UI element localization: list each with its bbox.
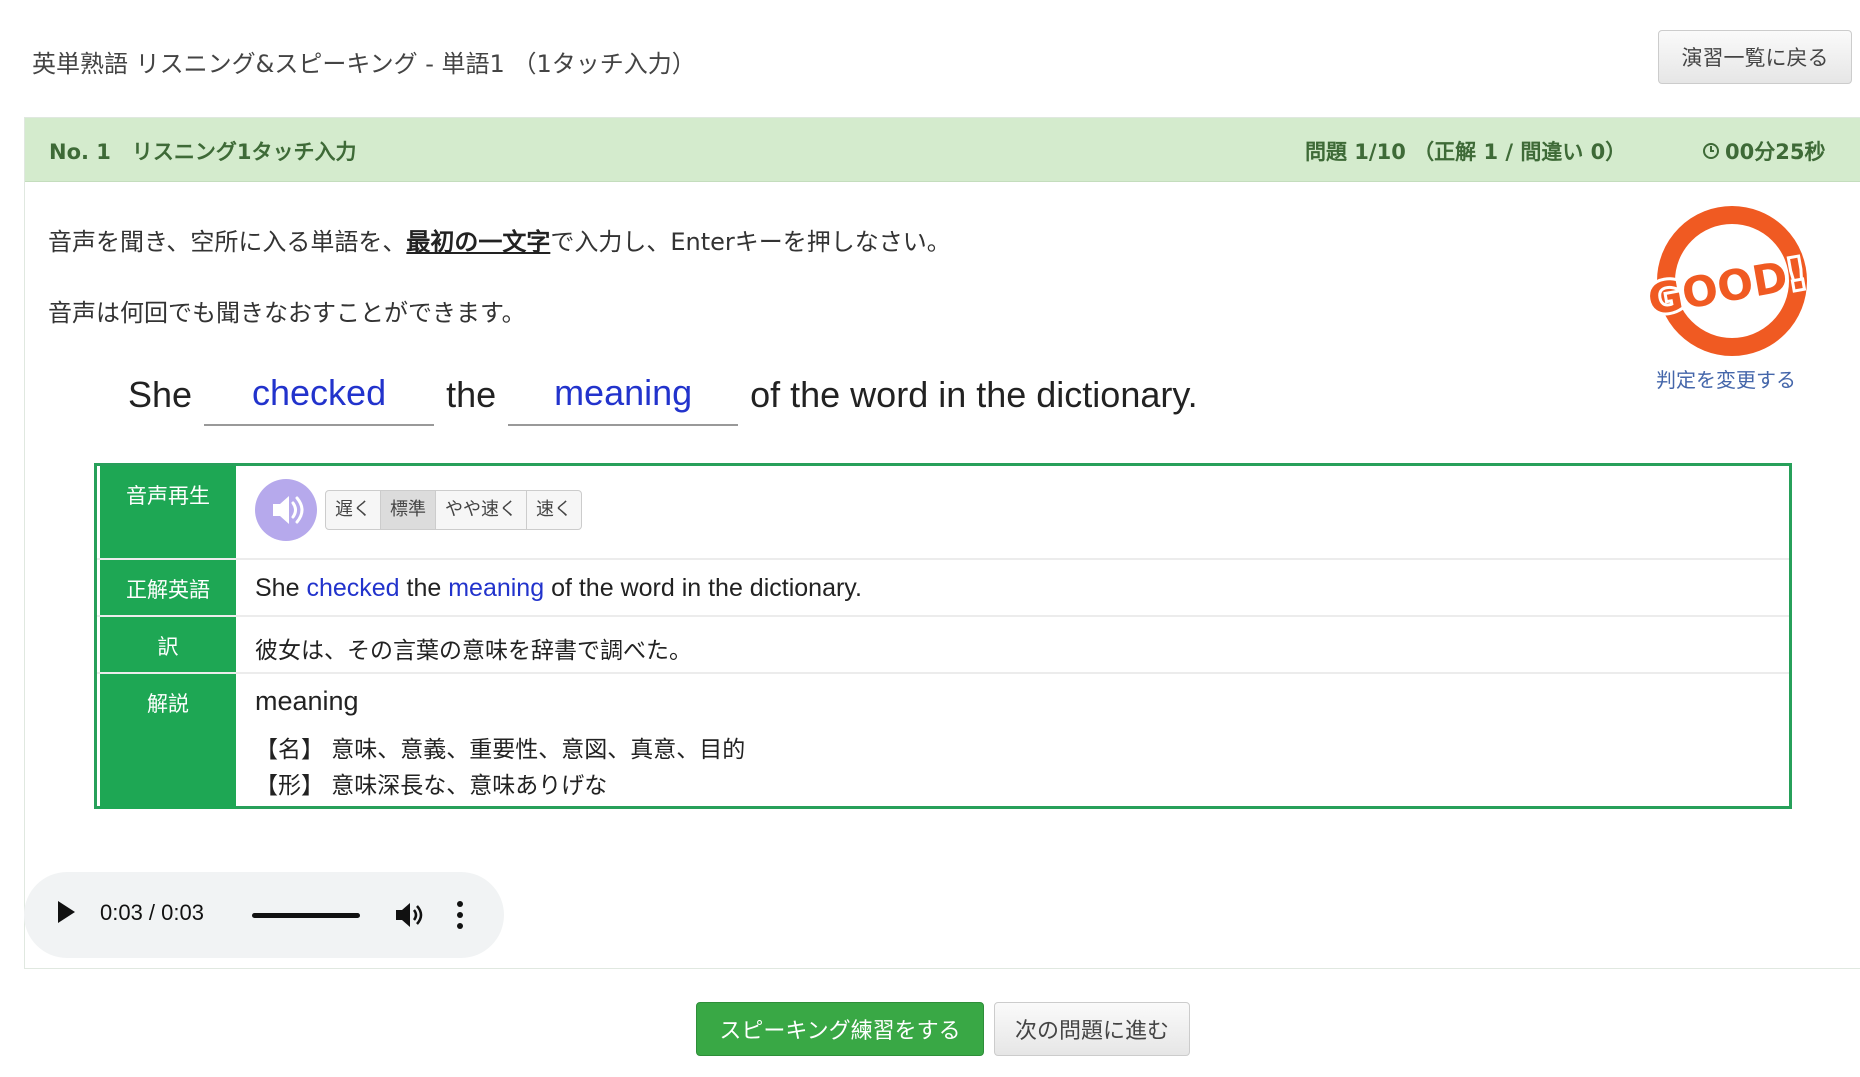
explanation-word: meaning [255,686,359,716]
answer-row-label: 正解英語 [100,560,236,615]
blank-input-2[interactable]: meaning [508,372,739,426]
speed-fast-button[interactable]: 速く [527,491,581,529]
play-audio-button[interactable] [255,479,317,541]
speed-slow-button[interactable]: 遅く [326,491,381,529]
instruction-suffix: で入力し、Enterキーを押しなさい。 [550,228,951,256]
back-to-list-button[interactable]: 演習一覧に戻る [1658,30,1852,84]
timer: 00分25秒 [1703,136,1825,166]
answer-part: of the word in the dictionary. [544,574,862,602]
clock-icon [1703,143,1719,159]
correct-answer: She checked the meaning of the word in t… [255,574,862,603]
more-options-icon[interactable] [456,899,464,931]
answer-part: She [255,574,307,602]
speed-slightly-fast-button[interactable]: やや速く [436,491,527,529]
audio-time: 0:03 / 0:03 [100,900,204,925]
speed-normal-button[interactable]: 標準 [381,491,436,529]
sentence-word: of the word in the dictionary. [750,374,1198,415]
audio-row: 音声再生 遅く 標準 やや速く 速く [97,466,1789,560]
explanation-line: 【形】 意味深長な、意味ありげな [255,773,608,799]
volume-icon[interactable] [394,901,424,929]
page-title: 英単熟語 リスニング&スピーキング - 単語1 （1タッチ入力） [32,50,696,78]
good-stamp-icon: GOOD! [1641,206,1813,356]
question-number: No. 1 リスニング1タッチ入力 [49,140,357,164]
audio-progress-bar[interactable] [252,913,360,918]
sentence-word: the [446,374,497,415]
question-header: No. 1 リスニング1タッチ入力 問題 1/10 （正解 1 / 間違い 0）… [25,118,1860,182]
speed-selector: 遅く 標準 やや速く 速く [325,490,582,530]
answer-highlight: meaning [448,574,545,602]
audio-player: 0:03 / 0:03 [24,872,504,958]
next-question-button[interactable]: 次の問題に進む [994,1002,1190,1056]
explanation-row-label: 解説 [100,674,236,809]
progress-status: 問題 1/10 （正解 1 / 間違い 0） [1305,140,1627,164]
sentence-word: She [128,374,193,415]
answer-part: the [399,574,449,602]
change-judgement-link[interactable]: 判定を変更する [1656,364,1796,393]
answer-highlight: checked [306,574,400,602]
blank-input-1[interactable]: checked [204,372,435,426]
play-icon[interactable] [58,901,75,923]
audio-row-label: 音声再生 [100,466,236,558]
instruction-line-1: 音声を聞き、空所に入る単語を、最初の一文字で入力し、Enterキーを押しなさい。 [48,222,951,257]
instruction-line-2: 音声は何回でも聞きなおすことができます。 [48,299,526,327]
translation-row-label: 訳 [100,617,236,672]
speaker-icon [273,496,304,524]
timer-value: 00分25秒 [1725,140,1826,164]
instruction-prefix: 音声を聞き、空所に入る単語を、 [48,228,407,256]
translation-row: 訳 彼女は、その言葉の意味を辞書で調べた。 [97,617,1789,674]
explanation-line: 【名】 意味、意義、重要性、意図、真意、目的 [255,737,746,763]
instruction-emphasis: 最初の一文字 [406,228,551,256]
answer-row: 正解英語 She checked the meaning of the word… [97,560,1789,617]
translation-text: 彼女は、その言葉の意味を辞書で調べた。 [255,638,692,664]
speaking-practice-button[interactable]: スピーキング練習をする [696,1002,984,1056]
answer-info-table: 音声再生 遅く 標準 やや速く 速く 正解英語 She checked the … [94,463,1792,809]
question-sentence: She checked the meaning of the word in t… [128,366,1210,426]
explanation-row: 解説 meaning 【名】 意味、意義、重要性、意図、真意、目的 【形】 意味… [97,674,1789,809]
